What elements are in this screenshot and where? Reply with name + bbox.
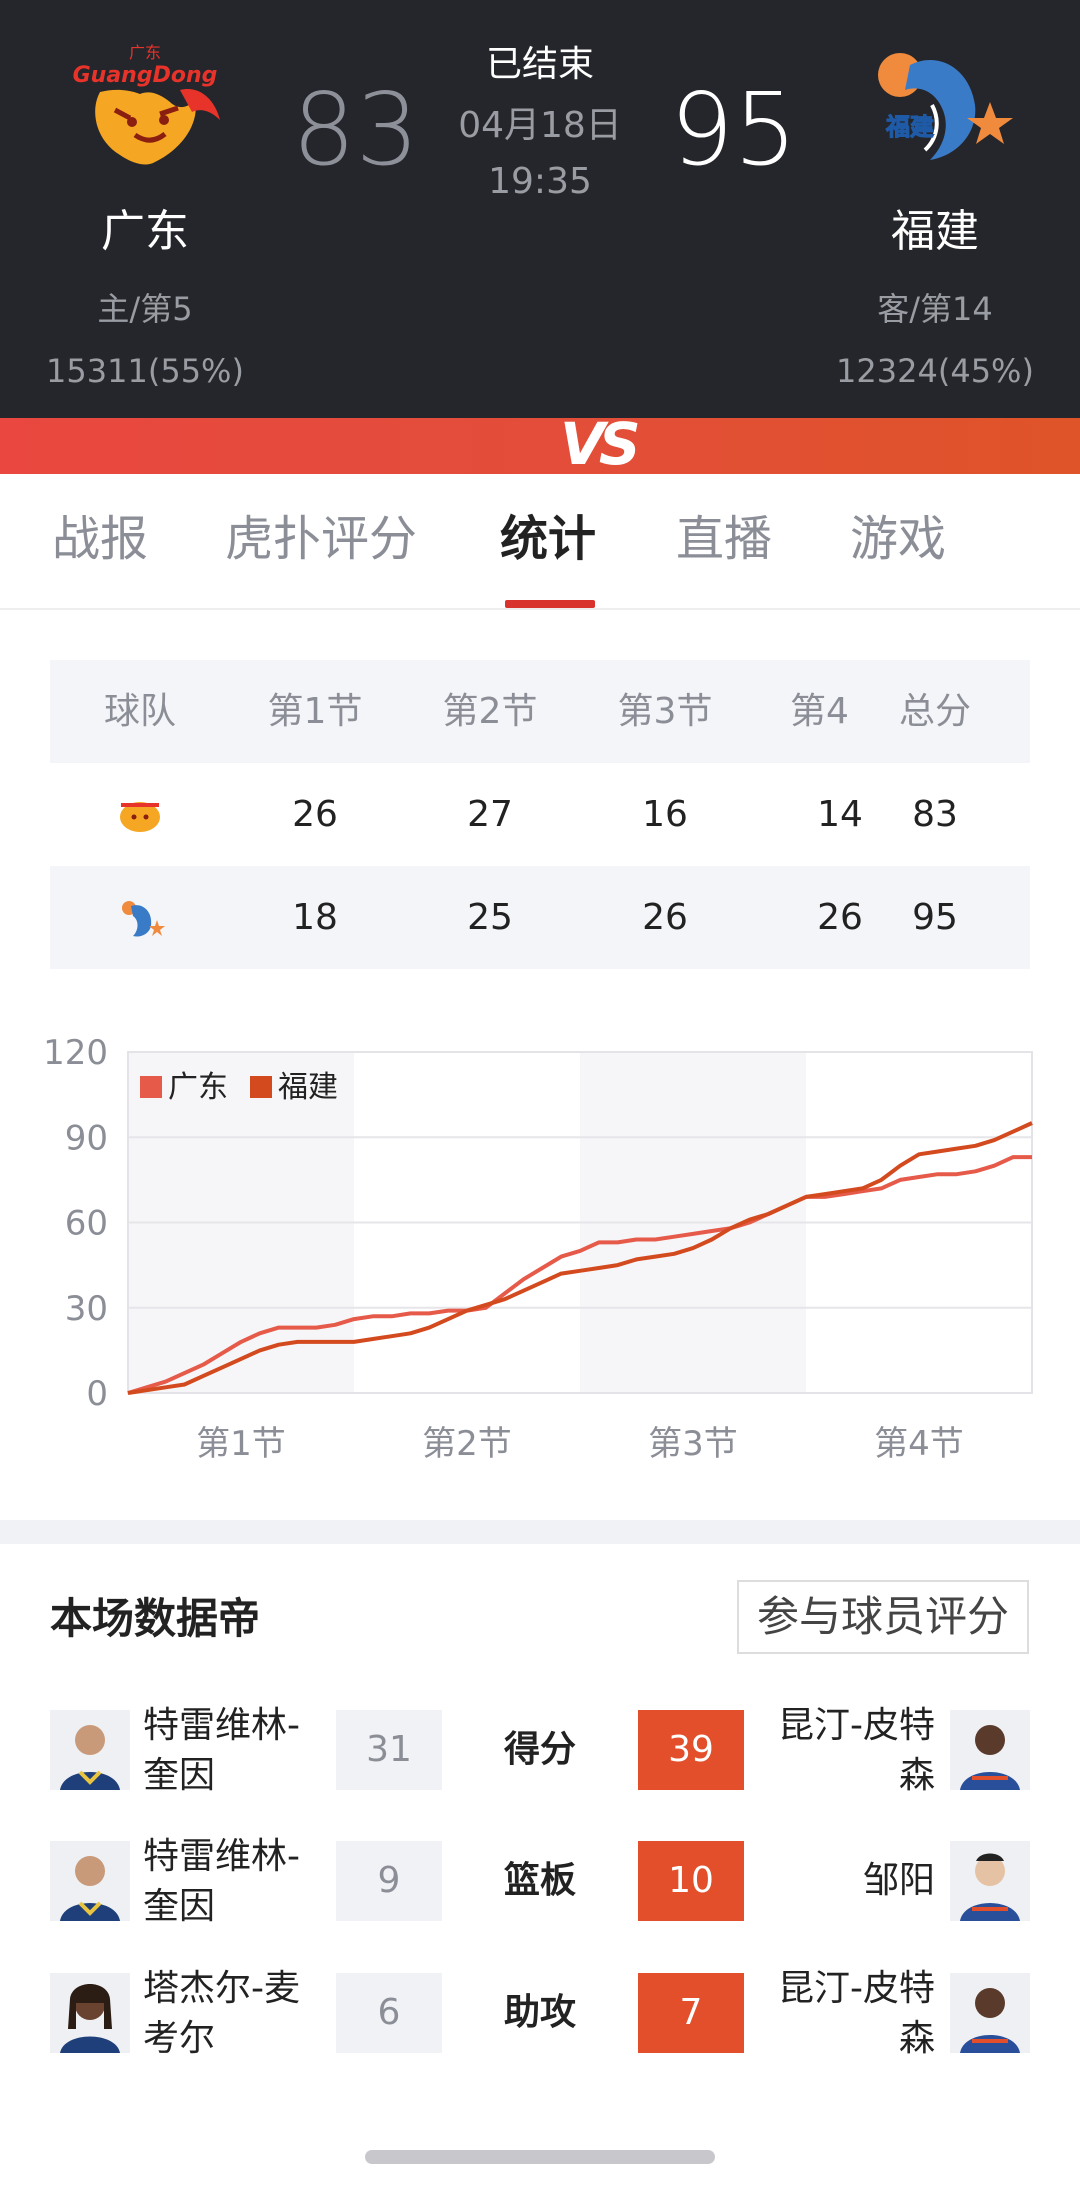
player-avatar (50, 1973, 130, 2053)
svg-text:GuangDong: GuangDong (73, 63, 218, 88)
leader-row-assists[interactable]: 塔杰尔-麦考尔 6 助攻 7 昆汀-皮特森 (0, 1968, 1080, 2098)
legend-swatch (250, 1076, 272, 1098)
tab-games[interactable]: 游戏 (850, 474, 946, 610)
home-stat-value: 6 (336, 1973, 442, 2053)
player-avatar (50, 1841, 130, 1921)
y-tick-label: 120 (43, 1033, 108, 1073)
home-team-votes: 15311(55%) (46, 352, 244, 390)
table-header-cell: 总分 (898, 691, 971, 732)
tab-bar: 战报 虎扑评分 统计 直播 游戏 (0, 474, 1080, 610)
home-stat-value: 31 (336, 1710, 442, 1790)
table-cell: 95 (912, 897, 958, 938)
home-score: 83 (292, 71, 420, 188)
y-tick-label: 60 (65, 1204, 108, 1244)
game-header: 广东 GuangDong 广东 主/第5 15311(55%) 83 已结束 0… (0, 0, 1080, 418)
x-tick-label: 第3节 (648, 1424, 738, 1464)
player-avatar (950, 1841, 1030, 1921)
game-date: 04月18日 (458, 105, 622, 146)
table-cell: 18 (292, 897, 338, 938)
fujian-logo-icon: 福建 (878, 53, 1013, 160)
x-tick-label: 第1节 (196, 1424, 286, 1464)
table-cell: 25 (467, 897, 513, 938)
table-cell: 83 (912, 794, 958, 835)
table-header-cell: 球队 (103, 691, 176, 732)
stat-label: 助攻 (503, 1992, 576, 2033)
legend-label: 福建 (278, 1070, 338, 1105)
tab-stats[interactable]: 统计 (500, 474, 596, 610)
fujian-logo-icon (122, 901, 165, 937)
away-team-rank: 客/第14 (877, 290, 993, 328)
table-header-cell: 第4节 (790, 691, 849, 732)
home-player-name[interactable]: 特雷维林-奎因 (143, 1701, 323, 1801)
away-team-votes: 12324(45%) (836, 352, 1034, 390)
legend-label: 广东 (168, 1070, 228, 1105)
rate-players-button[interactable]: 参与球员评分 (737, 1580, 1029, 1654)
x-tick-label: 第2节 (422, 1424, 512, 1464)
x-tick-label: 第4节 (874, 1424, 964, 1464)
vs-bar (0, 418, 1080, 474)
table-header-cell: 第1节 (267, 691, 363, 732)
table-cell: 26 (642, 897, 688, 938)
game-status: 已结束 04月18日 19:35 (430, 40, 650, 210)
guangdong-logo-icon (120, 802, 160, 832)
vs-label: VS (560, 410, 641, 478)
home-indicator[interactable] (365, 2150, 715, 2164)
tabs-divider (0, 608, 1080, 610)
table-row: 26 27 16 14 83 (50, 763, 1030, 866)
away-stat-value: 7 (638, 1973, 744, 2053)
home-team-name: 广东 (101, 206, 189, 257)
table-header-cell: 第3节 (617, 691, 713, 732)
leader-row-points[interactable]: 特雷维林-奎因 31 得分 39 昆汀-皮特森 (0, 1705, 1080, 1835)
tab-hupu-rating[interactable]: 虎扑评分 (225, 474, 417, 610)
leaders-title: 本场数据帝 (50, 1594, 261, 1643)
table-cell: 14 (817, 794, 863, 835)
y-tick-label: 30 (65, 1289, 108, 1329)
table-header-cell: 第2节 (442, 691, 538, 732)
tab-live[interactable]: 直播 (676, 474, 772, 610)
legend-swatch (140, 1076, 162, 1098)
player-avatar (950, 1973, 1030, 2053)
home-player-name[interactable]: 特雷维林-奎因 (143, 1832, 323, 1932)
score-progression-chart: 0 30 60 90 120 第1节 第2节 第3节 第4节 广东 福建 (43, 1033, 1033, 1464)
table-cell: 26 (817, 897, 863, 938)
table-cell: 27 (467, 794, 513, 835)
quarter-score-table: 球队 第1节 第2节 第3节 第4节 总分 26 27 16 14 83 (50, 660, 1030, 969)
away-stat-value: 10 (638, 1841, 744, 1921)
away-score: 95 (670, 71, 798, 188)
away-player-name[interactable]: 邹阳 (755, 1841, 935, 1921)
table-header-row: 球队 第1节 第2节 第3节 第4节 总分 (50, 660, 1030, 763)
game-stats-page: 广东 GuangDong 广东 主/第5 15311(55%) 83 已结束 0… (0, 0, 1080, 2186)
stat-label: 篮板 (503, 1860, 576, 1901)
y-tick-label: 90 (65, 1118, 108, 1158)
home-team[interactable]: 广东 GuangDong 广东 主/第5 15311(55%) (25, 30, 265, 390)
svg-text:广东: 广东 (129, 43, 161, 62)
svg-text:福建: 福建 (885, 113, 934, 141)
table-cell: 16 (642, 794, 688, 835)
away-player-name[interactable]: 昆汀-皮特森 (755, 1964, 935, 2064)
away-team[interactable]: 福建 福建 客/第14 12324(45%) (815, 30, 1055, 390)
section-separator (0, 1520, 1080, 1544)
guangdong-logo-icon: 广东 GuangDong (73, 43, 220, 165)
home-stat-value: 9 (336, 1841, 442, 1921)
table-row: 18 25 26 26 95 (50, 866, 1030, 969)
home-team-rank: 主/第5 (97, 290, 193, 328)
tab-report[interactable]: 战报 (52, 474, 148, 610)
away-team-name: 福建 (891, 206, 979, 257)
leader-row-rebounds[interactable]: 特雷维林-奎因 9 篮板 10 邹阳 (0, 1836, 1080, 1966)
player-avatar (950, 1710, 1030, 1790)
home-player-name[interactable]: 塔杰尔-麦考尔 (143, 1964, 323, 2064)
y-tick-label: 0 (86, 1374, 108, 1414)
away-stat-value: 39 (638, 1710, 744, 1790)
game-status-text: 已结束 (485, 44, 594, 85)
player-avatar (50, 1710, 130, 1790)
stat-label: 得分 (503, 1729, 576, 1770)
active-tab-indicator (505, 600, 595, 608)
away-player-name[interactable]: 昆汀-皮特森 (755, 1701, 935, 1801)
game-time: 19:35 (488, 161, 592, 202)
table-cell: 26 (292, 794, 338, 835)
